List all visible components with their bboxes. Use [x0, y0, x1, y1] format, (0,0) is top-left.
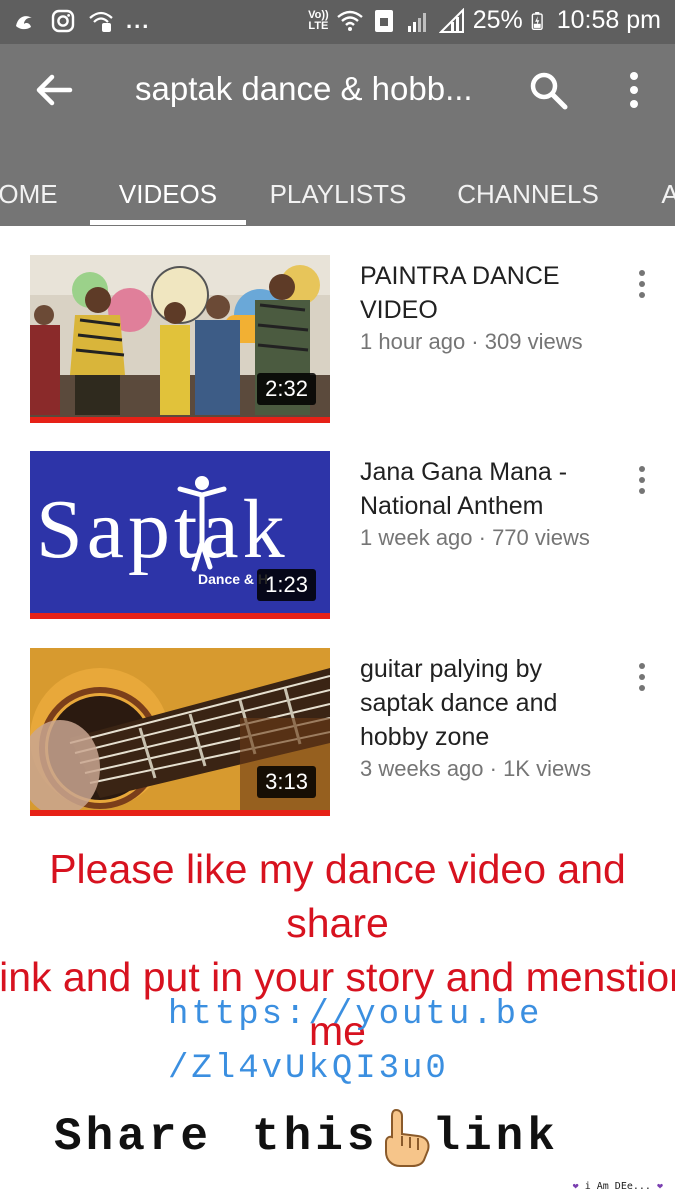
video-list-item[interactable]: 2:32 PAINTRA DANCE VIDEO 1 hour ago · 30… [0, 255, 675, 425]
share-word: Share [54, 1111, 213, 1163]
volte-label: Vo)) LTE [308, 8, 329, 32]
video-more-icon[interactable] [630, 662, 654, 692]
clock: 10:58 pm [556, 6, 661, 34]
signal-2-icon [438, 7, 464, 33]
tab-about[interactable]: A [650, 162, 675, 226]
tab-home[interactable]: OME [0, 162, 68, 226]
video-meta: 3 weeks ago · 1K views [360, 756, 592, 781]
tab-videos[interactable]: VIDEOS [90, 162, 246, 226]
tab-playlists[interactable]: PLAYLISTS [268, 162, 408, 226]
video-meta: 1 week ago · 770 views [360, 525, 590, 550]
more-vert-icon[interactable] [612, 68, 656, 112]
status-bar: ... Vo)) LTE 25% 10:58 pm [0, 0, 675, 44]
channel-tabs: OME VIDEOS PLAYLISTS CHANNELS A [0, 162, 675, 226]
video-duration: 2:32 [257, 373, 316, 405]
appeal-line: Please like my dance video and share [49, 846, 626, 946]
status-right-icons: Vo)) LTE 25% 10:58 pm [308, 6, 661, 35]
video-link-part1: https://youtu.be [168, 996, 543, 1034]
battery-charging-icon [531, 11, 543, 30]
saptak-logo-text: Saptak [36, 483, 289, 576]
video-link-part2: /Zl4vUkQI3u0 [168, 1050, 449, 1088]
pointing-hand-icon [385, 1108, 430, 1167]
search-icon[interactable] [526, 68, 570, 112]
heart-emoji-icon: ❤ [656, 1181, 663, 1192]
video-list-item[interactable]: 3:13 guitar palying by saptak dance and … [0, 648, 675, 818]
watch-progress-bar [30, 417, 330, 423]
video-list-item[interactable]: Saptak Dance & H 1:23 Jana Gana Mana - N… [0, 451, 675, 621]
tab-selected-indicator [90, 220, 246, 225]
video-duration: 3:13 [257, 766, 316, 798]
tab-channels[interactable]: CHANNELS [450, 162, 606, 226]
video-title[interactable]: guitar palying by saptak dance and hobby… [360, 652, 600, 754]
video-title[interactable]: PAINTRA DANCE VIDEO [360, 259, 600, 327]
video-title[interactable]: Jana Gana Mana - National Anthem [360, 455, 600, 523]
watch-progress-bar [30, 810, 330, 816]
watermark: ❤ i Am DEe... ❤ [573, 1181, 663, 1192]
watermark-text: i Am DEe... [584, 1181, 651, 1192]
channel-title: saptak dance & hobb... [135, 70, 473, 107]
share-word: this [252, 1111, 379, 1163]
instagram-icon [51, 9, 75, 33]
share-word: link [432, 1111, 559, 1163]
signal-1-icon [407, 12, 426, 32]
app-bar: saptak dance & hobb... OME VIDEOS PLAYLI… [0, 44, 675, 226]
status-overflow-dots: ... [126, 8, 151, 33]
wifi-shield-icon [89, 11, 113, 32]
saptak-logo-thumbnail[interactable]: Saptak Dance & H 1:23 [30, 451, 330, 619]
wifi-icon [336, 10, 363, 31]
heart-emoji-icon: ❤ [572, 1181, 579, 1192]
share-this-link-caption: Share this link [54, 1106, 559, 1168]
uc-browser-icon [16, 16, 32, 30]
video-meta: 1 hour ago · 309 views [360, 329, 583, 354]
watch-progress-bar [30, 613, 330, 619]
guitar-thumbnail[interactable]: 3:13 [30, 648, 330, 816]
sim-card-icon [374, 9, 393, 32]
battery-percentage: 25% [472, 6, 523, 34]
back-arrow-icon[interactable] [32, 68, 76, 112]
status-left-icons: ... [12, 8, 150, 34]
video-more-icon[interactable] [630, 465, 654, 495]
video-duration: 1:23 [257, 569, 316, 601]
video-more-icon[interactable] [630, 269, 654, 299]
dance-group-thumbnail[interactable]: 2:32 [30, 255, 330, 423]
